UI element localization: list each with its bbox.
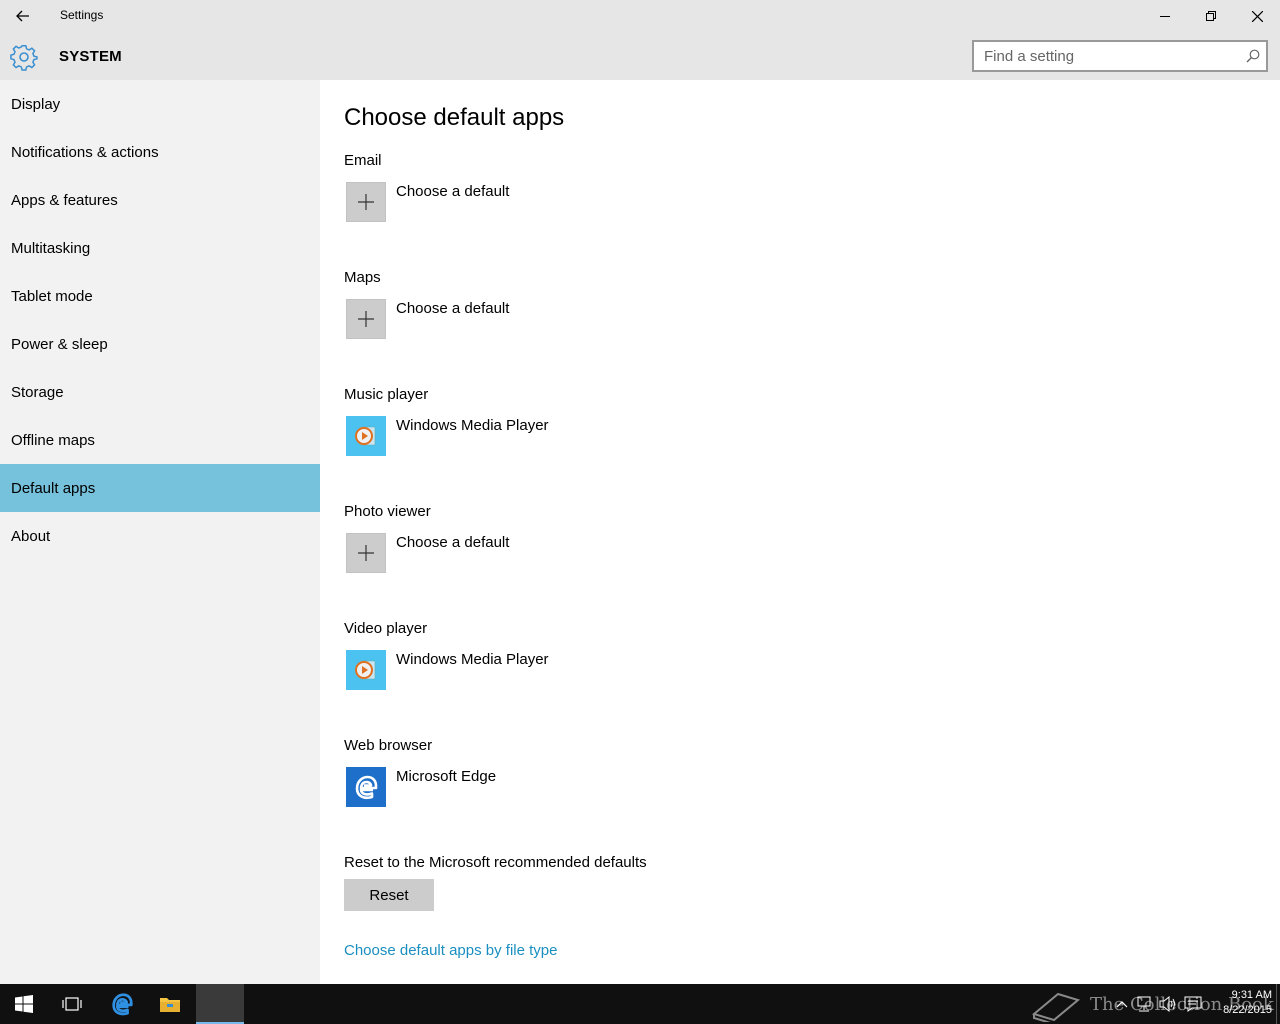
plus-icon bbox=[346, 533, 386, 573]
minimize-button[interactable] bbox=[1142, 0, 1188, 32]
close-button[interactable] bbox=[1234, 0, 1280, 32]
windows-media-player-icon bbox=[346, 416, 386, 456]
sidebar-item-default-apps[interactable]: Default apps bbox=[0, 464, 320, 512]
app-name: Choose a default bbox=[396, 534, 510, 551]
page-title: Choose default apps bbox=[344, 104, 565, 131]
sidebar-item-label: Default apps bbox=[11, 479, 96, 497]
sidebar-item-label: Apps & features bbox=[11, 191, 118, 209]
default-app-group-video-player: Video player Windows Media Player bbox=[344, 620, 549, 690]
search-box[interactable] bbox=[972, 40, 1268, 72]
windows-logo-icon bbox=[15, 995, 33, 1013]
taskbar-file-explorer-button[interactable] bbox=[146, 984, 194, 1024]
minimize-icon bbox=[1160, 16, 1170, 17]
app-name: Microsoft Edge bbox=[396, 768, 497, 785]
group-label: Email bbox=[344, 152, 382, 169]
group-label: Maps bbox=[344, 269, 381, 286]
group-label: Photo viewer bbox=[344, 503, 431, 520]
choose-app-button-music-player[interactable]: Windows Media Player bbox=[344, 416, 549, 456]
reset-label: Reset to the Microsoft recommended defau… bbox=[344, 854, 647, 871]
reset-button[interactable]: Reset bbox=[344, 879, 434, 911]
windows-media-player-icon bbox=[346, 650, 386, 690]
folder-icon bbox=[160, 998, 180, 1012]
edge-icon bbox=[112, 993, 133, 1016]
close-icon bbox=[1251, 10, 1263, 22]
show-desktop-button[interactable] bbox=[1276, 984, 1280, 1024]
taskbar: The Collection Book 9:31 AM 8/22/2015 bbox=[0, 984, 1280, 1024]
default-app-group-photo-viewer: Photo viewer Choose a default bbox=[344, 503, 509, 573]
clock-time: 9:31 AM bbox=[1231, 989, 1272, 1001]
app-name: Choose a default bbox=[396, 183, 510, 200]
choose-app-button-photo-viewer[interactable]: Choose a default bbox=[344, 533, 509, 573]
sidebar: Display Notifications & actions Apps & f… bbox=[0, 80, 320, 984]
sidebar-item-label: About bbox=[11, 527, 51, 545]
search-icon[interactable] bbox=[1246, 49, 1260, 63]
gear-icon bbox=[10, 45, 38, 71]
group-label: Video player bbox=[344, 620, 428, 637]
back-button[interactable] bbox=[0, 0, 46, 32]
sidebar-item-label: Tablet mode bbox=[11, 287, 93, 305]
restore-icon bbox=[1206, 11, 1216, 21]
sidebar-item-offline-maps[interactable]: Offline maps bbox=[0, 416, 320, 464]
task-view-button[interactable] bbox=[48, 984, 96, 1024]
main-content: Choose default apps Email Choose a defau… bbox=[320, 80, 1280, 984]
sidebar-item-label: Storage bbox=[11, 383, 64, 401]
choose-app-button-maps[interactable]: Choose a default bbox=[344, 299, 509, 339]
taskbar-settings-button[interactable] bbox=[196, 984, 244, 1024]
sidebar-item-notifications[interactable]: Notifications & actions bbox=[0, 128, 320, 176]
default-app-group-music-player: Music player Windows Media Player bbox=[344, 386, 549, 456]
default-app-group-email: Email Choose a default bbox=[344, 152, 509, 222]
app-name: Windows Media Player bbox=[396, 651, 549, 668]
sidebar-item-multitasking[interactable]: Multitasking bbox=[0, 224, 320, 272]
choose-app-button-video-player[interactable]: Windows Media Player bbox=[344, 650, 549, 690]
sidebar-item-label: Power & sleep bbox=[11, 335, 108, 353]
chevron-up-icon[interactable] bbox=[1112, 994, 1132, 1014]
section-title: SYSTEM bbox=[59, 48, 122, 65]
default-app-group-web-browser: Web browser Microsoft Edge bbox=[344, 737, 496, 807]
task-view-icon bbox=[62, 997, 82, 1011]
sidebar-item-power-sleep[interactable]: Power & sleep bbox=[0, 320, 320, 368]
action-center-icon[interactable] bbox=[1183, 994, 1203, 1014]
taskbar-edge-button[interactable] bbox=[98, 984, 146, 1024]
sidebar-item-label: Offline maps bbox=[11, 431, 95, 449]
taskbar-clock[interactable]: 9:31 AM 8/22/2015 bbox=[1210, 988, 1272, 1018]
back-arrow-icon bbox=[16, 10, 29, 22]
window-title: Settings bbox=[60, 8, 104, 22]
book-icon bbox=[1031, 992, 1081, 1022]
choose-by-file-type-link[interactable]: Choose default apps by file type bbox=[344, 942, 557, 959]
edge-icon bbox=[346, 767, 386, 807]
sidebar-item-apps-features[interactable]: Apps & features bbox=[0, 176, 320, 224]
sidebar-item-about[interactable]: About bbox=[0, 512, 320, 560]
group-label: Music player bbox=[344, 386, 429, 403]
plus-icon bbox=[346, 182, 386, 222]
volume-icon[interactable] bbox=[1158, 994, 1178, 1014]
group-label: Web browser bbox=[344, 737, 433, 754]
app-name: Windows Media Player bbox=[396, 417, 549, 434]
title-bar: Settings bbox=[0, 0, 1280, 32]
clock-date: 8/22/2015 bbox=[1223, 1004, 1272, 1016]
sidebar-item-label: Multitasking bbox=[11, 239, 91, 257]
network-icon[interactable] bbox=[1134, 994, 1154, 1014]
sidebar-item-label: Display bbox=[11, 95, 61, 113]
start-button[interactable] bbox=[0, 984, 48, 1024]
sidebar-item-storage[interactable]: Storage bbox=[0, 368, 320, 416]
app-name: Choose a default bbox=[396, 300, 510, 317]
choose-app-button-web-browser[interactable]: Microsoft Edge bbox=[344, 767, 496, 807]
reset-section: Reset to the Microsoft recommended defau… bbox=[344, 854, 647, 911]
settings-header: SYSTEM bbox=[0, 32, 1280, 80]
search-input[interactable] bbox=[974, 42, 1234, 70]
default-app-group-maps: Maps Choose a default bbox=[344, 269, 509, 339]
restore-button[interactable] bbox=[1188, 0, 1234, 32]
choose-app-button-email[interactable]: Choose a default bbox=[344, 182, 509, 222]
sidebar-item-display[interactable]: Display bbox=[0, 80, 320, 128]
sidebar-item-label: Notifications & actions bbox=[11, 143, 159, 161]
plus-icon bbox=[346, 299, 386, 339]
sidebar-item-tablet-mode[interactable]: Tablet mode bbox=[0, 272, 320, 320]
